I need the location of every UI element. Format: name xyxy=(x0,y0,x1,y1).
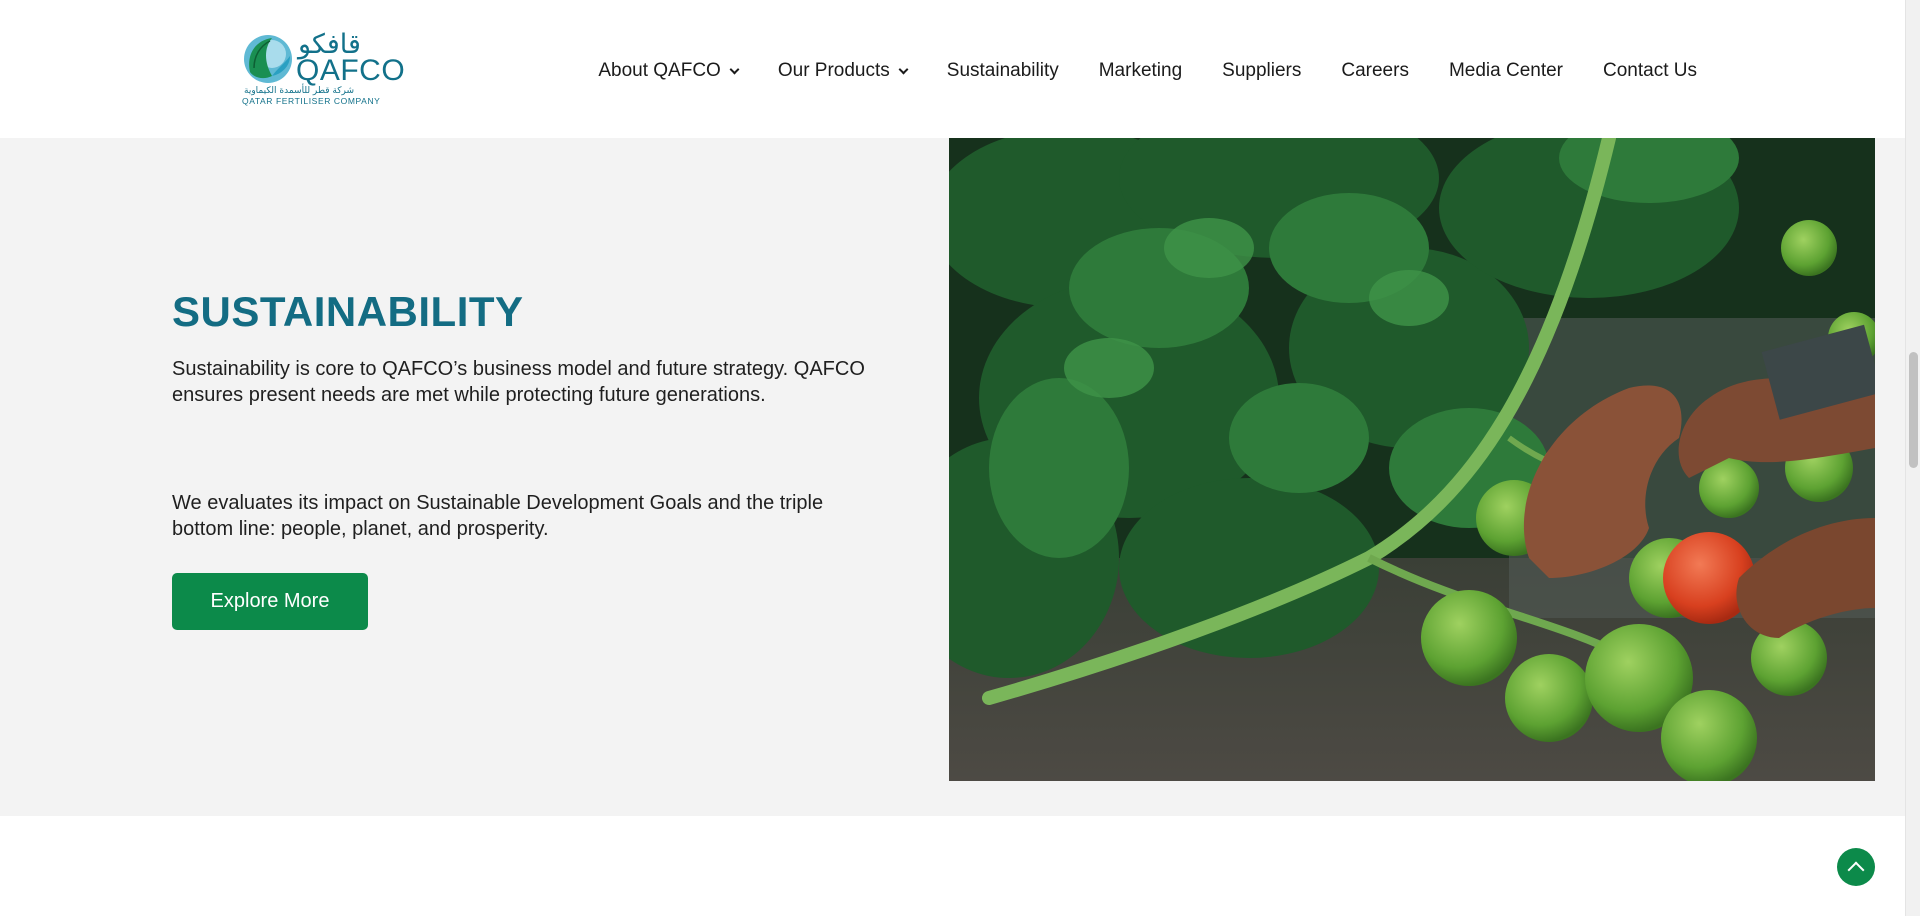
nav-item-label: Careers xyxy=(1341,60,1409,81)
site-header: قافكو QAFCO شركة قطر للأسمدة الكيماوية Q… xyxy=(0,0,1905,138)
nav-item-sustainability[interactable]: Sustainability xyxy=(947,60,1059,82)
tomato-harvest-photo xyxy=(949,138,1875,781)
nav-item-suppliers[interactable]: Suppliers xyxy=(1222,60,1301,82)
nav-item-about-qafco[interactable]: About QAFCO xyxy=(598,60,740,82)
back-to-top-button[interactable] xyxy=(1837,848,1875,886)
tomato-harvest-image xyxy=(949,138,1875,781)
chevron-down-icon xyxy=(898,64,909,74)
scrollbar-thumb[interactable] xyxy=(1909,352,1918,468)
main-nav: About QAFCO Our Products Sustainability … xyxy=(598,60,1697,82)
nav-item-label: Suppliers xyxy=(1222,60,1302,81)
nav-item-label: Contact Us xyxy=(1603,60,1697,81)
nav-item-label: Sustainability xyxy=(946,60,1059,81)
logo-fullname: QATAR FERTILISER COMPANY xyxy=(242,96,381,106)
sustainability-section: SUSTAINABILITY Sustainability is core to… xyxy=(0,138,1905,816)
page-scrollbar[interactable] xyxy=(1905,0,1920,916)
logo-arabic-fullname: شركة قطر للأسمدة الكيماوية xyxy=(244,86,355,96)
nav-item-media-center[interactable]: Media Center xyxy=(1449,60,1563,82)
nav-item-marketing[interactable]: Marketing xyxy=(1099,60,1182,82)
logo-wordmark: QAFCO xyxy=(296,54,406,87)
nav-item-contact-us[interactable]: Contact Us xyxy=(1603,60,1697,82)
nav-item-label: Media Center xyxy=(1448,60,1564,81)
leaf-globe-icon xyxy=(244,35,292,83)
qafco-logo[interactable]: قافكو QAFCO شركة قطر للأسمدة الكيماوية Q… xyxy=(240,30,405,107)
nav-item-label: Marketing xyxy=(1098,60,1183,81)
nav-item-label: About QAFCO xyxy=(598,60,721,81)
nav-item-our-products[interactable]: Our Products xyxy=(777,60,909,82)
impact-paragraph: We evaluates its impact on Sustainable D… xyxy=(172,492,824,540)
intro-paragraph: Sustainability is core to QAFCO’s busine… xyxy=(172,358,865,406)
chevron-down-icon xyxy=(729,64,740,74)
explore-more-button[interactable]: Explore More xyxy=(172,573,368,630)
chevron-up-icon xyxy=(1847,861,1865,879)
nav-item-careers[interactable]: Careers xyxy=(1341,60,1409,82)
section-title: SUSTAINABILITY xyxy=(172,288,524,335)
nav-item-label: Our Products xyxy=(777,60,890,81)
